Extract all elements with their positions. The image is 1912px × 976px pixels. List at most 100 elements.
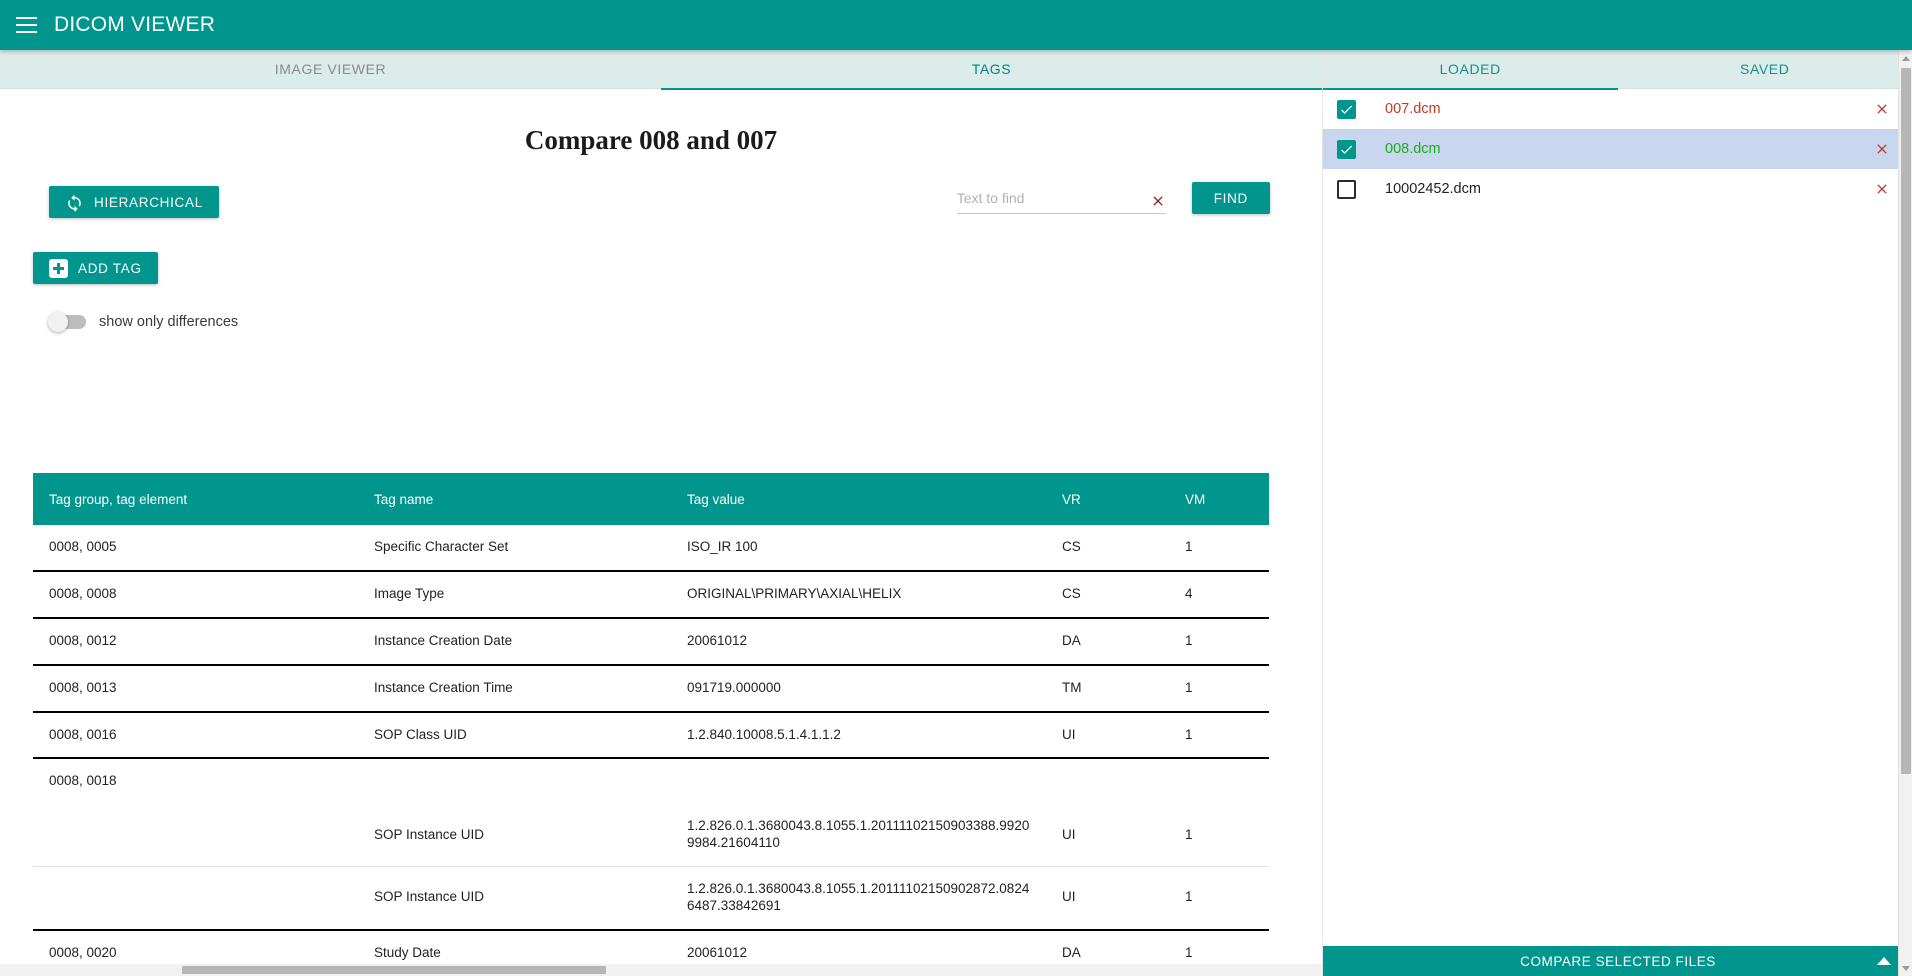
scroll-up-arrow-icon[interactable]	[1899, 50, 1912, 66]
cell-tag-name: SOP Instance UID	[374, 826, 485, 842]
cell-vm: 1	[1185, 889, 1193, 905]
cell-tag-value: 1.2.840.10008.5.1.4.1.1.2	[687, 726, 841, 742]
tags-table-header: Tag group, tag element Tag name Tag valu…	[33, 473, 1269, 525]
cell-tag-group: 0008, 0013	[49, 679, 117, 695]
table-header-row: Tag group, tag element Tag name Tag valu…	[33, 473, 1269, 525]
cell-vm: 4	[1185, 585, 1193, 601]
show-only-differences-row: show only differences	[48, 312, 239, 332]
cell-tag-group: 0008, 0018	[49, 773, 117, 789]
cell-vm: 1	[1185, 632, 1193, 648]
compare-selected-files-label: COMPARE SELECTED FILES	[1520, 953, 1716, 969]
tags-table: Tag group, tag element Tag name Tag valu…	[33, 473, 1269, 976]
table-row[interactable]: 0008, 0016 SOP Class UID 1.2.840.10008.5.1…	[33, 712, 1269, 759]
cell-tag-group	[33, 804, 358, 866]
table-row[interactable]: SOP Instance UID 1.2.826.0.1.3680043.8.10…	[33, 867, 1269, 930]
table-row[interactable]: 0008, 0018	[33, 758, 1269, 804]
app-title: DICOM VIEWER	[54, 13, 216, 36]
sync-icon	[65, 193, 84, 212]
cell-tag-name: Image Type	[374, 585, 445, 601]
cell-vr: CS	[1062, 539, 1081, 554]
tags-table-wrapper: Tag group, tag element Tag name Tag valu…	[33, 473, 1269, 976]
main-tab-bar: IMAGE VIEWER TAGS	[0, 50, 1322, 90]
list-item[interactable]: 008.dcm	[1323, 129, 1912, 169]
find-button-label: FIND	[1213, 190, 1248, 206]
remove-file-icon[interactable]	[1874, 101, 1890, 117]
compare-selected-files-button[interactable]: COMPARE SELECTED FILES	[1323, 946, 1912, 976]
sidebar-tab-loaded[interactable]: LOADED	[1323, 50, 1618, 90]
cell-tag-name: Instance Creation Date	[374, 632, 513, 648]
hierarchical-button-label: HIERARCHICAL	[94, 194, 203, 210]
main-panel: IMAGE VIEWER TAGS Compare 008 and 007 HI…	[0, 50, 1322, 976]
cell-vr: DA	[1062, 632, 1081, 648]
cell-vr: UI	[1062, 889, 1076, 905]
file-name-label: 007.dcm	[1385, 101, 1441, 117]
cell-tag-value: ISO_IR 100	[687, 539, 758, 554]
horizontal-scrollbar[interactable]	[0, 964, 1322, 976]
add-tag-button[interactable]: ADD TAG	[33, 252, 158, 284]
table-row[interactable]: 0008, 0012 Instance Creation Date 20061012…	[33, 618, 1269, 665]
col-header-tag-group: Tag group, tag element	[33, 473, 358, 525]
horizontal-scrollbar-thumb[interactable]	[182, 966, 606, 974]
dicom-viewer-app: DICOM VIEWER IMAGE VIEWER TAGS Compare 0…	[0, 0, 1912, 976]
find-field-wrapper	[956, 190, 1166, 214]
chevron-up-icon	[1877, 957, 1891, 965]
show-only-differences-toggle[interactable]	[48, 312, 86, 332]
show-only-differences-label: show only differences	[99, 314, 239, 330]
clear-search-icon[interactable]	[1150, 193, 1166, 209]
cell-tag-name: Instance Creation Time	[374, 679, 513, 695]
cell-vr: TM	[1062, 679, 1082, 695]
table-row[interactable]: 0008, 0005 Specific Character Set ISO_IR 1…	[33, 525, 1269, 571]
cell-vr: UI	[1062, 826, 1076, 842]
table-row[interactable]: 0008, 0008 Image Type ORIGINAL\PRIMARY\AXI…	[33, 571, 1269, 618]
main-vertical-scrollbar[interactable]	[1898, 50, 1912, 976]
cell-tag-group: 0008, 0016	[49, 726, 117, 742]
cell-tag-name: SOP Instance UID	[374, 889, 485, 905]
file-name-label: 008.dcm	[1385, 141, 1441, 157]
add-tag-button-label: ADD TAG	[78, 260, 142, 276]
table-row[interactable]: 0008, 0013 Instance Creation Time 091719.0…	[33, 665, 1269, 712]
cell-vm: 1	[1185, 539, 1193, 554]
remove-file-icon[interactable]	[1874, 181, 1890, 197]
cell-tag-value: 20061012	[687, 632, 748, 648]
hierarchical-button[interactable]: HIERARCHICAL	[49, 186, 219, 218]
col-header-tag-value: Tag value	[671, 473, 1046, 525]
cell-tag-value: 091719.000000	[687, 679, 781, 695]
cell-vm: 1	[1185, 826, 1193, 842]
app-header: DICOM VIEWER	[0, 0, 1912, 50]
cell-vm: 1	[1185, 679, 1193, 695]
cell-tag-name: Specific Character Set	[374, 539, 509, 554]
file-checkbox[interactable]	[1337, 139, 1356, 159]
loaded-file-list: 007.dcm 008.dcm 10002452.dcm	[1323, 89, 1912, 209]
find-row: FIND	[956, 182, 1270, 214]
file-checkbox[interactable]	[1337, 179, 1356, 199]
cell-tag-value	[671, 758, 1046, 804]
find-button[interactable]: FIND	[1191, 182, 1270, 214]
col-header-tag-name: Tag name	[358, 473, 671, 525]
sidebar-tab-saved[interactable]: SAVED	[1618, 50, 1912, 89]
file-name-label: 10002452.dcm	[1385, 181, 1481, 197]
remove-file-icon[interactable]	[1874, 141, 1890, 157]
cell-tag-group	[33, 867, 358, 930]
cell-tag-group: 0008, 0012	[49, 632, 117, 648]
table-row[interactable]: SOP Instance UID 1.2.826.0.1.3680043.8.10…	[33, 804, 1269, 867]
tab-tags[interactable]: TAGS	[661, 50, 1322, 90]
file-checkbox[interactable]	[1337, 99, 1356, 119]
tags-table-body: 0008, 0005 Specific Character Set ISO_IR 1…	[33, 525, 1269, 976]
list-item[interactable]: 10002452.dcm	[1323, 169, 1912, 209]
plus-box-icon	[49, 258, 68, 278]
cell-vr: CS	[1062, 585, 1081, 601]
main-scrollbar-thumb[interactable]	[1901, 68, 1911, 774]
scroll-down-arrow-icon[interactable]	[1899, 960, 1912, 976]
search-input[interactable]	[956, 190, 1166, 214]
cell-tag-group: 0008, 0005	[49, 539, 117, 554]
list-item[interactable]: 007.dcm	[1323, 89, 1912, 129]
page-title: Compare 008 and 007	[524, 125, 778, 155]
col-header-vm: VM	[1169, 473, 1269, 525]
sidebar-tab-bar: LOADED SAVED	[1323, 50, 1912, 90]
cell-tag-group: 0008, 0008	[49, 585, 117, 601]
col-header-vr: VR	[1046, 473, 1169, 525]
tab-image-viewer[interactable]: IMAGE VIEWER	[0, 50, 661, 89]
hamburger-menu-icon[interactable]	[8, 7, 44, 43]
cell-tag-name: SOP Class UID	[374, 726, 467, 742]
cell-tag-value: 1.2.826.0.1.3680043.8.1055.1.20111102150…	[687, 818, 1030, 851]
